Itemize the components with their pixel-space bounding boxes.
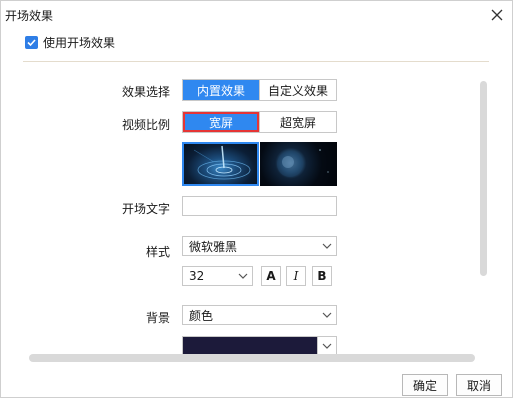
background-type-value: 颜色 [189, 308, 214, 323]
italic-button[interactable]: I [286, 266, 306, 286]
video-ratio-group: 宽屏 超宽屏 [182, 111, 337, 133]
horizontal-scrollbar[interactable] [29, 354, 475, 362]
opening-text-label: 开场文字 [121, 202, 170, 216]
background-color-swatch[interactable] [183, 337, 317, 355]
close-icon [491, 9, 503, 21]
widescreen-button[interactable]: 宽屏 [183, 112, 259, 132]
swirl-thumbnail[interactable] [182, 142, 259, 186]
chevron-down-icon [318, 306, 336, 324]
font-select-value: 微软雅黑 [189, 239, 238, 254]
cancel-button[interactable]: 取消 [456, 374, 502, 396]
background-color-picker[interactable] [182, 336, 337, 356]
font-select[interactable]: 微软雅黑 [182, 236, 337, 256]
builtin-effect-button[interactable]: 内置效果 [183, 80, 259, 100]
planet-graphic [277, 149, 329, 177]
custom-effect-button[interactable]: 自定义效果 [259, 80, 336, 100]
bold-button[interactable]: B [312, 266, 332, 286]
close-button[interactable] [486, 4, 508, 26]
dialog-title: 开场效果 [5, 9, 54, 23]
font-size-value: 32 [189, 269, 205, 283]
opening-text-input[interactable] [182, 196, 337, 216]
vertical-scrollbar[interactable] [480, 81, 487, 276]
effect-select-group: 内置效果 自定义效果 [182, 79, 337, 101]
ok-button[interactable]: 确定 [402, 374, 448, 396]
checkmark-icon [27, 38, 36, 46]
effect-thumbnails [182, 142, 337, 186]
ultrawide-button[interactable]: 超宽屏 [259, 112, 336, 132]
video-ratio-label: 视频比例 [121, 118, 170, 132]
planet-thumbnail[interactable] [260, 142, 337, 186]
font-color-button[interactable]: A [261, 266, 281, 286]
background-type-select[interactable]: 颜色 [182, 305, 337, 325]
chevron-down-icon [234, 267, 252, 285]
chevron-down-icon [318, 237, 336, 255]
use-effect-label: 使用开场效果 [43, 35, 116, 50]
divider [23, 61, 489, 62]
color-dropdown-button[interactable] [317, 337, 336, 355]
font-size-select[interactable]: 32 [182, 266, 253, 286]
title-bar: 开场效果 [1, 1, 513, 29]
background-label: 背景 [145, 311, 170, 325]
chevron-down-icon [322, 343, 332, 349]
swirl-graphic [193, 145, 251, 180]
style-label: 样式 [145, 245, 170, 259]
opening-effect-dialog: 开场效果 使用开场效果 效果选择 内置效果 自定义效果 视频比例 宽屏 超宽屏 [0, 0, 513, 398]
use-effect-checkbox[interactable] [25, 35, 38, 49]
use-effect-row: 使用开场效果 [25, 33, 115, 51]
effect-select-label: 效果选择 [121, 85, 170, 99]
